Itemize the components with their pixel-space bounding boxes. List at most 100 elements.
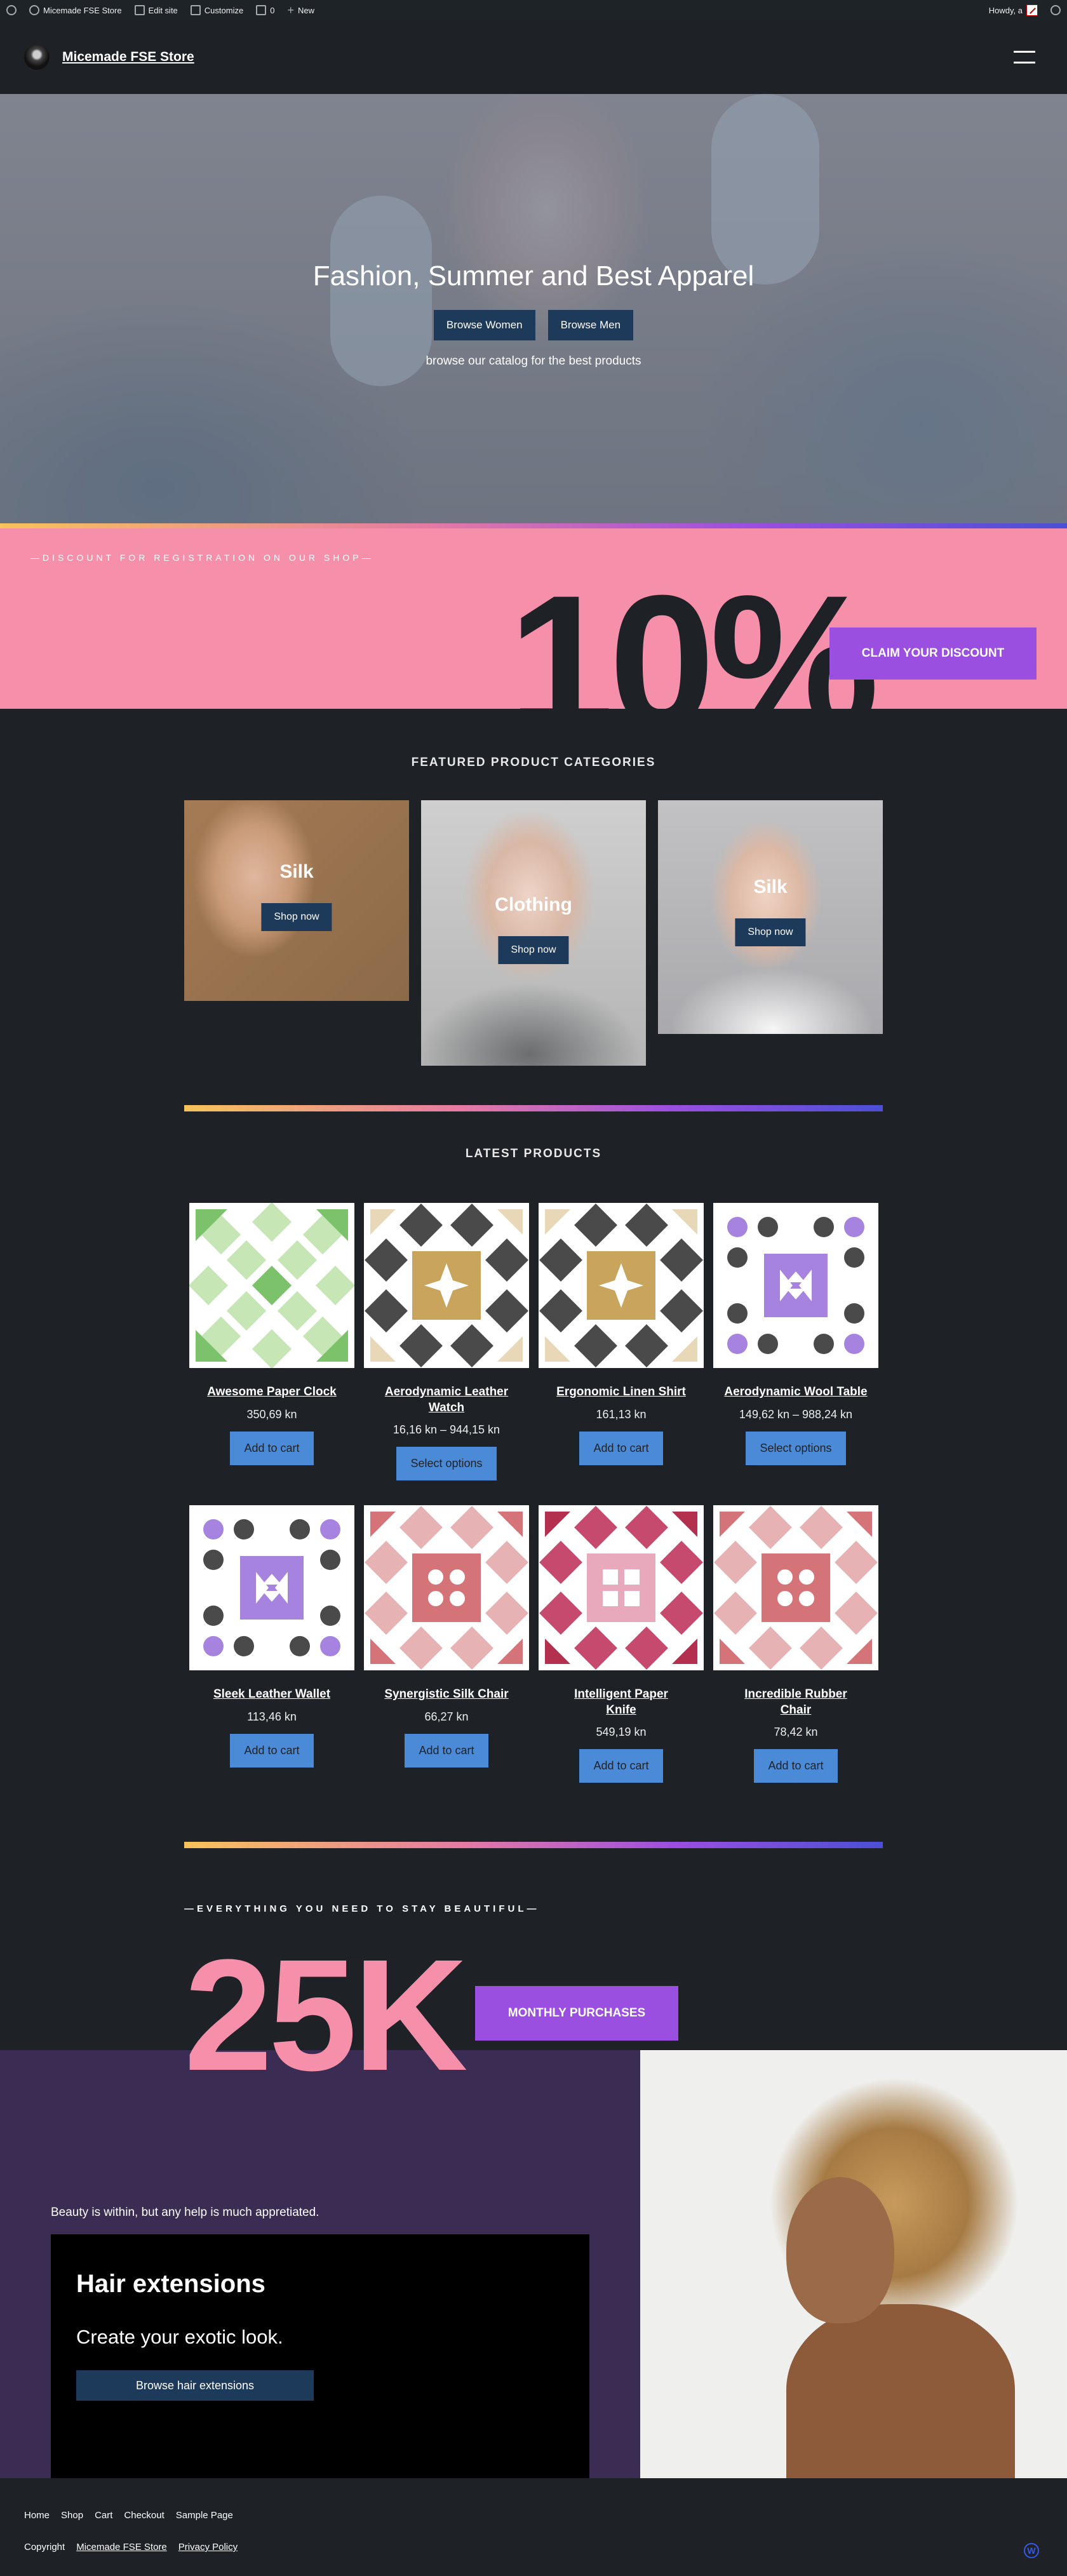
product-name[interactable]: Aerodynamic Leather Watch — [364, 1385, 529, 1416]
footer-link-shop[interactable]: Shop — [61, 2510, 83, 2521]
add-to-cart-button[interactable]: Add to cart — [230, 1733, 314, 1768]
admin-site-name: Micemade FSE Store — [43, 5, 122, 15]
howdy-label: Howdy, a — [988, 5, 1023, 15]
footer-site-link[interactable]: Micemade FSE Store — [76, 2542, 167, 2553]
product-price: 78,42 kn — [774, 1726, 818, 1739]
portrait-shape — [786, 2304, 1015, 2478]
featured-title: FEATURED PRODUCT CATEGORIES — [411, 756, 656, 769]
site-title[interactable]: Micemade FSE Store — [62, 50, 194, 65]
product-thumbnail[interactable] — [713, 1203, 878, 1368]
admin-customize[interactable]: Customize — [190, 5, 244, 15]
product-card: Ergonomic Linen Shirt 161,13 kn Add to car… — [539, 1203, 704, 1465]
category-card[interactable]: Clothing Shop now — [421, 800, 646, 1066]
product-card: Awesome Paper Clock 350,69 kn Add to cart — [189, 1203, 354, 1465]
footer-link-sample-page[interactable]: Sample Page — [176, 2510, 233, 2521]
footer-link-cart[interactable]: Cart — [95, 2510, 112, 2521]
footer-copyright: Copyright Micemade FSE Store Privacy Pol… — [24, 2542, 238, 2553]
product-name[interactable]: Synergistic Silk Chair — [364, 1687, 529, 1703]
product-price: 161,13 kn — [596, 1407, 647, 1421]
shop-now-button[interactable]: Shop now — [498, 936, 569, 964]
shop-now-button[interactable]: Shop now — [735, 918, 806, 946]
edit-site-label: Edit site — [148, 5, 178, 15]
hero-content: Fashion, Summer and Best Apparel Browse … — [0, 260, 1067, 368]
product-thumbnail[interactable] — [539, 1505, 704, 1670]
avatar — [1026, 4, 1038, 16]
menu-icon[interactable] — [1014, 51, 1035, 64]
home-icon — [29, 5, 39, 15]
select-options-button[interactable]: Select options — [746, 1431, 846, 1465]
gradient-divider — [184, 1842, 883, 1848]
stats-number: 25K — [184, 1926, 468, 2103]
admin-bar: Micemade FSE Store Edit site Customize 0… — [0, 0, 1067, 20]
category-card[interactable]: Silk Shop now — [184, 800, 409, 1001]
add-to-cart-button[interactable]: Add to cart — [405, 1733, 488, 1768]
product-thumbnail[interactable] — [713, 1505, 878, 1670]
claim-discount-button[interactable]: CLAIM YOUR DISCOUNT — [829, 627, 1037, 680]
site-footer: Home Shop Cart Checkout Sample Page Copy… — [0, 2478, 1067, 2576]
hair-extensions-box: Hair extensions Create your exotic look.… — [51, 2234, 589, 2478]
product-name[interactable]: Aerodynamic Wool Table — [713, 1385, 878, 1400]
product-thumbnail[interactable] — [364, 1203, 529, 1368]
admin-bar-right: Howdy, a — [989, 4, 1061, 16]
customize-label: Customize — [204, 5, 244, 15]
pencil-icon — [134, 5, 145, 15]
footer-link-home[interactable]: Home — [24, 2510, 50, 2521]
hero-buttons: Browse Women Browse Men — [0, 310, 1067, 340]
category-label: Silk — [753, 876, 788, 897]
product-thumbnail[interactable] — [189, 1203, 354, 1368]
browse-women-button[interactable]: Browse Women — [433, 310, 535, 340]
product-card: Aerodynamic Leather Watch 16,16 kn – 944,… — [364, 1203, 529, 1481]
monthly-purchases-button[interactable]: MONTHLY PURCHASES — [475, 1986, 678, 2041]
wordpress-icon[interactable]: W — [1024, 2543, 1039, 2558]
add-to-cart-button[interactable]: Add to cart — [579, 1749, 663, 1783]
add-to-cart-button[interactable]: Add to cart — [579, 1431, 663, 1465]
site-header: Micemade FSE Store — [0, 20, 1067, 94]
browse-men-button[interactable]: Browse Men — [547, 310, 634, 340]
discount-tagline: —DISCOUNT FOR REGISTRATION ON OUR SHOP— — [30, 553, 374, 563]
browse-hair-extensions-button[interactable]: Browse hair extensions — [76, 2370, 314, 2401]
product-card: Aerodynamic Wool Table 149,62 kn – 988,24… — [713, 1203, 878, 1465]
footer-link-checkout[interactable]: Checkout — [124, 2510, 164, 2521]
footer-nav: Home Shop Cart Checkout Sample Page — [24, 2510, 233, 2521]
product-thumbnail[interactable] — [189, 1505, 354, 1670]
product-card: Sleek Leather Wallet 113,46 kn Add to cart — [189, 1505, 354, 1768]
copyright-label: Copyright — [24, 2542, 65, 2553]
search-icon[interactable] — [1050, 5, 1061, 15]
add-to-cart-button[interactable]: Add to cart — [754, 1749, 838, 1783]
admin-new[interactable]: + New — [287, 4, 314, 16]
shop-now-button[interactable]: Shop now — [261, 903, 332, 931]
hero-subtitle: browse our catalog for the best products — [426, 354, 641, 368]
comment-icon — [256, 5, 267, 15]
product-thumbnail[interactable] — [539, 1203, 704, 1368]
new-label: New — [297, 5, 314, 15]
stats-tagline: —EVERYTHING YOU NEED TO STAY BEAUTIFUL— — [184, 1903, 540, 1914]
brush-icon — [190, 5, 201, 15]
hero-title: Fashion, Summer and Best Apparel — [312, 260, 755, 292]
admin-edit-site[interactable]: Edit site — [134, 5, 178, 15]
admin-site-link[interactable]: Micemade FSE Store — [29, 5, 122, 15]
brand: Micemade FSE Store — [24, 44, 194, 70]
hair-subtitle: Create your exotic look. — [76, 2326, 283, 2348]
product-name[interactable]: Intelligent Paper Knife — [539, 1687, 704, 1718]
site-logo[interactable] — [24, 44, 50, 70]
discount-amount: 10% — [508, 555, 879, 709]
gradient-divider — [0, 523, 1067, 528]
product-name[interactable]: Awesome Paper Clock — [189, 1385, 354, 1400]
admin-account[interactable]: Howdy, a — [989, 4, 1038, 16]
admin-comments[interactable]: 0 — [256, 5, 274, 15]
select-options-button[interactable]: Select options — [396, 1447, 497, 1481]
wordpress-icon[interactable] — [6, 5, 17, 15]
add-to-cart-button[interactable]: Add to cart — [230, 1431, 314, 1465]
product-price: 113,46 kn — [247, 1710, 297, 1723]
portrait-image — [640, 2050, 1067, 2478]
gradient-divider — [184, 1105, 883, 1111]
portrait-shape — [786, 2177, 894, 2323]
comments-count: 0 — [270, 5, 275, 15]
category-card[interactable]: Silk Shop now — [658, 800, 883, 1034]
product-card: Incredible Rubber Chair 78,42 kn Add to ca… — [713, 1505, 878, 1783]
product-thumbnail[interactable] — [364, 1505, 529, 1670]
product-name[interactable]: Sleek Leather Wallet — [189, 1687, 354, 1703]
product-name[interactable]: Ergonomic Linen Shirt — [539, 1385, 704, 1400]
privacy-policy-link[interactable]: Privacy Policy — [178, 2542, 238, 2553]
product-name[interactable]: Incredible Rubber Chair — [713, 1687, 878, 1718]
